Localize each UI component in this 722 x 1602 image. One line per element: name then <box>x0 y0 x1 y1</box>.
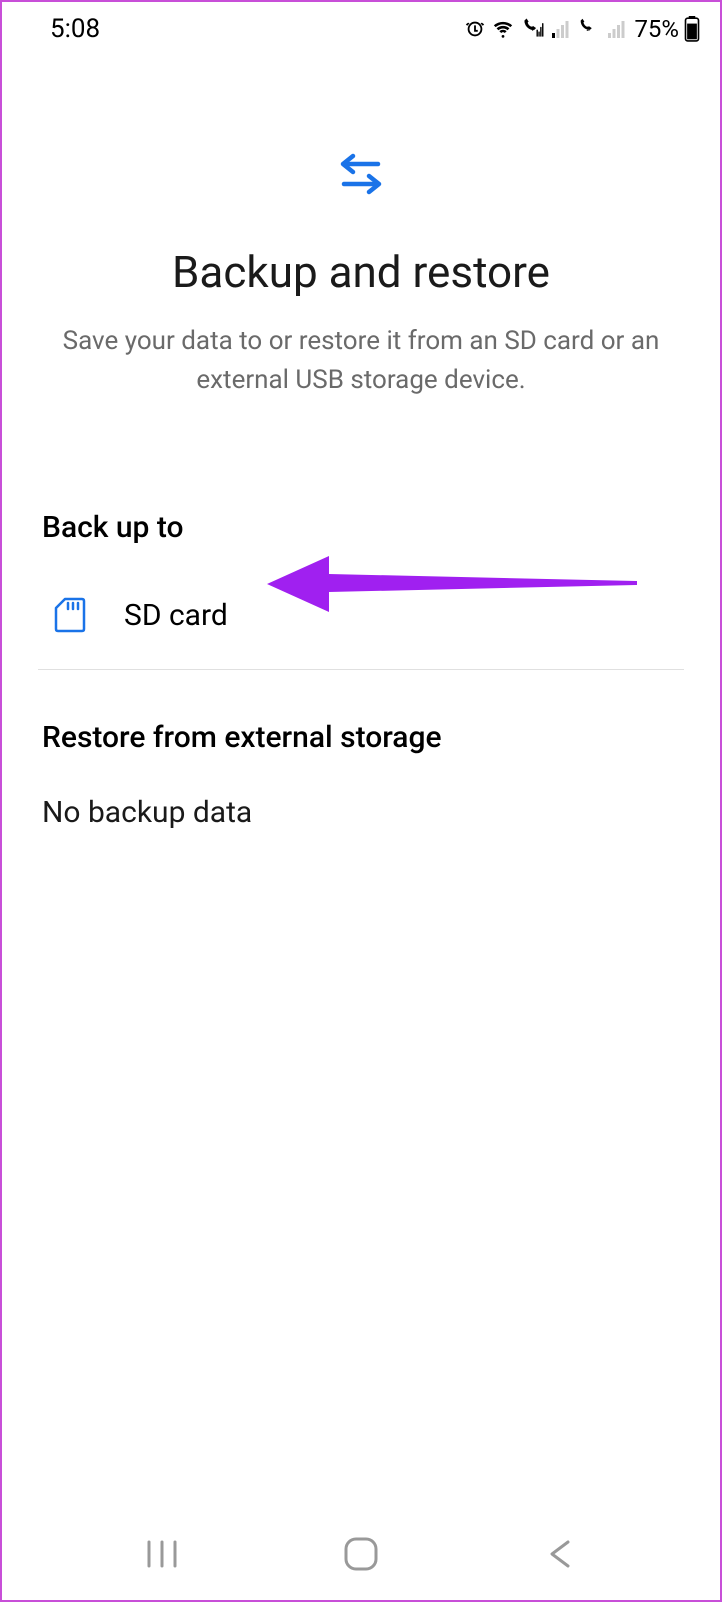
back-button[interactable] <box>510 1538 610 1570</box>
recents-button[interactable] <box>112 1540 212 1568</box>
header-section: Backup and restore Save your data to or … <box>2 52 720 440</box>
status-icons: 1 2 75% <box>464 15 700 43</box>
sd-card-label: SD card <box>124 598 228 633</box>
svg-text:1: 1 <box>531 25 535 33</box>
home-button[interactable] <box>311 1536 411 1572</box>
transfer-icon <box>336 152 386 196</box>
backup-heading: Back up to <box>42 510 680 545</box>
call-2-icon: 2 <box>576 18 602 40</box>
navigation-bar <box>2 1522 720 1600</box>
svg-text:2: 2 <box>587 25 591 33</box>
status-time: 5:08 <box>50 14 100 44</box>
divider <box>38 669 684 670</box>
signal-2-icon <box>607 19 627 39</box>
status-bar: 5:08 1 2 75% <box>2 2 720 52</box>
call-1-icon: 1 <box>520 18 546 40</box>
sd-card-icon <box>54 597 86 633</box>
alarm-icon <box>464 18 486 40</box>
battery-percent: 75% <box>634 15 679 43</box>
battery-icon <box>684 16 700 42</box>
wifi-icon <box>491 18 515 40</box>
signal-1-icon <box>551 19 571 39</box>
restore-body: No backup data <box>42 795 680 830</box>
page-subtitle: Save your data to or restore it from an … <box>42 322 680 400</box>
page-title: Backup and restore <box>42 246 680 298</box>
restore-heading: Restore from external storage <box>42 720 680 755</box>
sd-card-item[interactable]: SD card <box>42 585 680 669</box>
content-area: Back up to SD card Restore from external… <box>2 440 720 830</box>
